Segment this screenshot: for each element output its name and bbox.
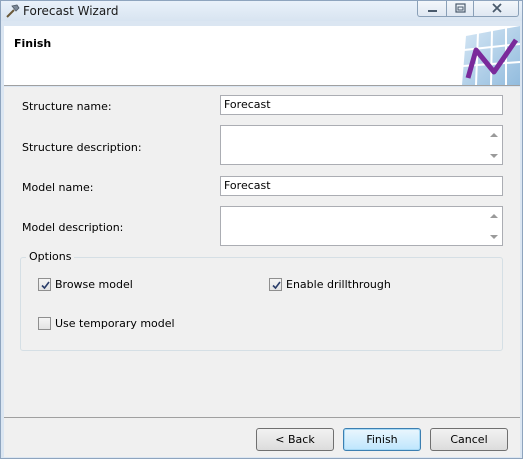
page-title: Finish — [14, 37, 52, 50]
checkbox-box[interactable] — [38, 278, 51, 291]
forecast-chart-icon — [462, 26, 520, 85]
cancel-button[interactable]: Cancel — [430, 428, 508, 451]
restore-icon — [455, 3, 466, 13]
title-bar[interactable]: Forecast Wizard — [1, 1, 522, 21]
scroll-down-icon[interactable] — [490, 235, 498, 239]
checkbox-box[interactable] — [38, 317, 51, 330]
model-description-scrollbar[interactable] — [487, 208, 501, 244]
browse-model-label: Browse model — [55, 278, 133, 291]
enable-drillthrough-checkbox[interactable]: Enable drillthrough — [269, 278, 391, 291]
hammer-icon — [5, 4, 21, 18]
structure-name-label: Structure name: — [22, 100, 112, 113]
window-title: Forecast Wizard — [23, 4, 119, 18]
model-description-input[interactable] — [220, 206, 503, 246]
wizard-body: Structure name: Forecast Structure descr… — [4, 87, 520, 417]
structure-description-input[interactable] — [220, 125, 503, 165]
checkmark-icon — [41, 281, 50, 290]
scroll-up-icon[interactable] — [490, 214, 498, 218]
checkmark-icon — [272, 281, 281, 290]
model-name-input[interactable]: Forecast — [220, 176, 503, 196]
minimize-icon — [428, 10, 437, 12]
structure-name-input[interactable]: Forecast — [220, 95, 503, 115]
scroll-up-icon[interactable] — [490, 133, 498, 137]
minimize-button[interactable] — [417, 1, 447, 17]
close-button[interactable] — [473, 1, 519, 17]
close-icon — [492, 3, 502, 13]
use-temporary-model-label: Use temporary model — [55, 317, 175, 330]
options-group-title: Options — [26, 250, 75, 263]
wizard-header: Finish — [4, 26, 520, 86]
checkbox-box[interactable] — [269, 278, 282, 291]
model-name-label: Model name: — [22, 181, 94, 194]
structure-description-label: Structure description: — [22, 141, 142, 154]
enable-drillthrough-label: Enable drillthrough — [286, 278, 391, 291]
browse-model-checkbox[interactable]: Browse model — [38, 278, 133, 291]
wizard-window: Forecast Wizard Finish Structure name: F… — [0, 0, 523, 459]
scroll-down-icon[interactable] — [490, 154, 498, 158]
model-description-label: Model description: — [22, 221, 124, 234]
wizard-footer: < Back Finish Cancel — [4, 417, 520, 457]
use-temporary-model-checkbox[interactable]: Use temporary model — [38, 317, 175, 330]
maximize-button[interactable] — [446, 1, 474, 17]
options-group: Options Browse model Enable drillthrough… — [20, 250, 503, 351]
back-button[interactable]: < Back — [256, 428, 334, 451]
finish-button[interactable]: Finish — [343, 428, 421, 451]
structure-description-scrollbar[interactable] — [487, 127, 501, 163]
